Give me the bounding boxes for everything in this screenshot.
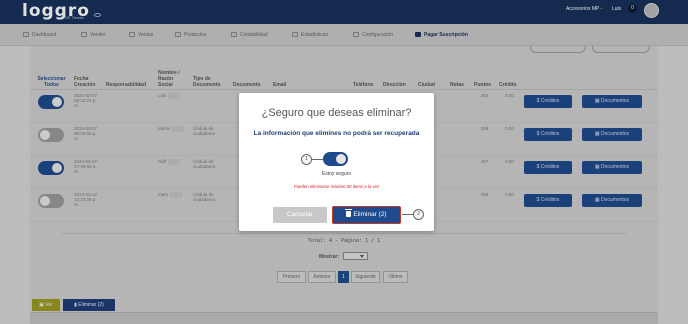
dialog-title: ¿Seguro que deseas eliminar? bbox=[261, 107, 412, 119]
step-connector bbox=[312, 159, 323, 160]
delete-confirm-dialog: ¿Seguro que deseas eliminar? La informac… bbox=[239, 93, 434, 231]
confirm-toggle[interactable] bbox=[323, 152, 348, 166]
trash-icon bbox=[345, 209, 353, 217]
confirm-label: Estoy seguro bbox=[321, 171, 352, 177]
confirm-delete-button[interactable]: Eliminar (2) bbox=[332, 206, 401, 224]
step-connector bbox=[402, 214, 413, 215]
step-marker-1: 1 bbox=[301, 154, 312, 165]
dialog-subtitle: La información que elimines no podrá ser… bbox=[253, 130, 420, 137]
step-marker-2: 2 bbox=[413, 209, 424, 220]
toggle-knob bbox=[336, 154, 346, 164]
cancel-button[interactable]: Cancelar bbox=[273, 207, 327, 223]
limit-note: Pueden eliminarse máximo 50 items a la v… bbox=[293, 184, 380, 189]
